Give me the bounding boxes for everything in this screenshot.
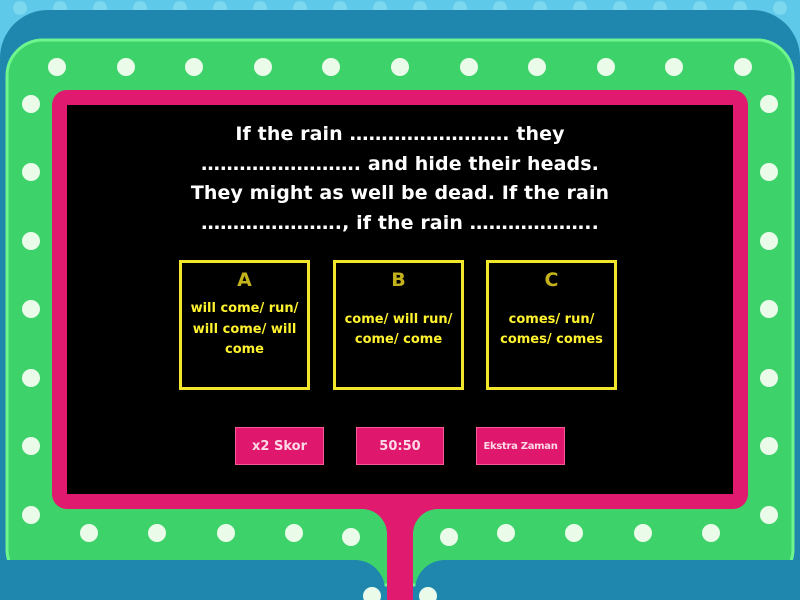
answer-letter: B bbox=[391, 269, 406, 291]
answer-option-a[interactable]: A will come/ run/ will come/ will come bbox=[179, 260, 310, 390]
answer-text: comes/ run/ comes/ comes bbox=[500, 311, 603, 348]
question-line: …………………., if the rain ……………….. bbox=[201, 211, 599, 234]
question-line: They might as well be dead. If the rain bbox=[190, 182, 610, 204]
double-score-button[interactable]: x2 Skor bbox=[235, 427, 324, 465]
answer-letter: C bbox=[544, 269, 559, 291]
left-cutout bbox=[0, 560, 385, 600]
question-line: If the rain ……………………. they bbox=[235, 123, 565, 145]
answer-text: will come/ run/ will come/ will come bbox=[190, 301, 299, 358]
question-text: If the rain ……………………. they ……………………. and… bbox=[100, 120, 700, 238]
right-cutout bbox=[415, 560, 800, 600]
answer-letter: A bbox=[237, 269, 252, 291]
extra-time-button[interactable]: Ekstra Zaman bbox=[476, 427, 565, 465]
answer-text: come/ will run/ come/ come bbox=[344, 311, 453, 348]
answer-option-c[interactable]: C comes/ run/ comes/ comes bbox=[486, 260, 617, 390]
fifty-fifty-button[interactable]: 50:50 bbox=[356, 427, 444, 465]
answer-option-b[interactable]: B come/ will run/ come/ come bbox=[333, 260, 464, 390]
question-line: ……………………. and hide their heads. bbox=[201, 152, 599, 175]
